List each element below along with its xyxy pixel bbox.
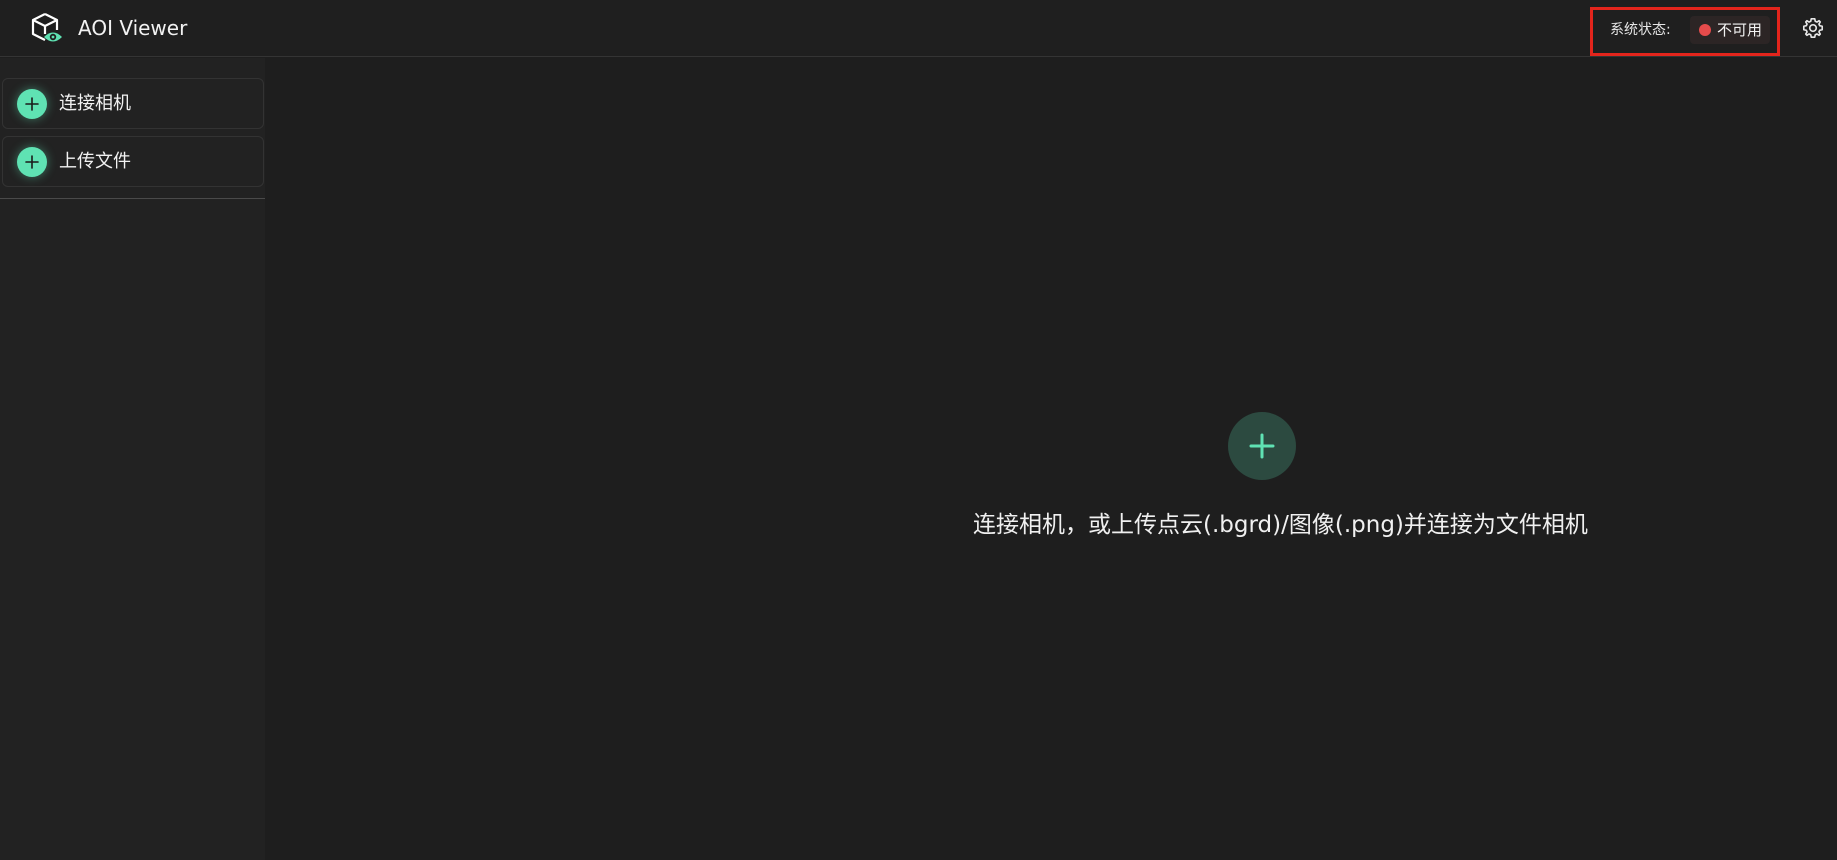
cube-eye-icon xyxy=(30,12,64,46)
upload-file-label: 上传文件 xyxy=(59,151,131,172)
upload-file-button[interactable]: 上传文件 xyxy=(2,136,264,187)
add-source-button[interactable] xyxy=(1228,412,1296,480)
connect-camera-button[interactable]: 连接相机 xyxy=(2,78,264,129)
app-window: AOI Viewer 系统状态: 不可用 连接相机 上传文件 连接相机，或上传点… xyxy=(0,0,1837,860)
app-title: AOI Viewer xyxy=(78,16,188,40)
system-status-label: 系统状态: xyxy=(1610,22,1671,38)
sidebar-divider xyxy=(0,198,265,199)
main-viewport: 连接相机，或上传点云(.bgrd)/图像(.png)并连接为文件相机 xyxy=(265,58,1837,860)
connect-camera-label: 连接相机 xyxy=(59,93,131,114)
system-status-panel: 系统状态: 不可用 xyxy=(1590,7,1780,56)
plus-circle-icon xyxy=(17,147,47,177)
plus-circle-icon xyxy=(17,89,47,119)
top-header: AOI Viewer 系统状态: 不可用 xyxy=(0,0,1837,57)
sidebar: 连接相机 上传文件 xyxy=(0,58,265,860)
status-dot-icon xyxy=(1699,24,1711,36)
gear-icon xyxy=(1802,17,1824,39)
status-badge: 不可用 xyxy=(1690,16,1770,44)
plus-icon xyxy=(1249,433,1275,459)
settings-button[interactable] xyxy=(1800,15,1826,41)
empty-state-hint: 连接相机，或上传点云(.bgrd)/图像(.png)并连接为文件相机 xyxy=(973,512,1588,538)
status-value: 不可用 xyxy=(1717,21,1763,39)
